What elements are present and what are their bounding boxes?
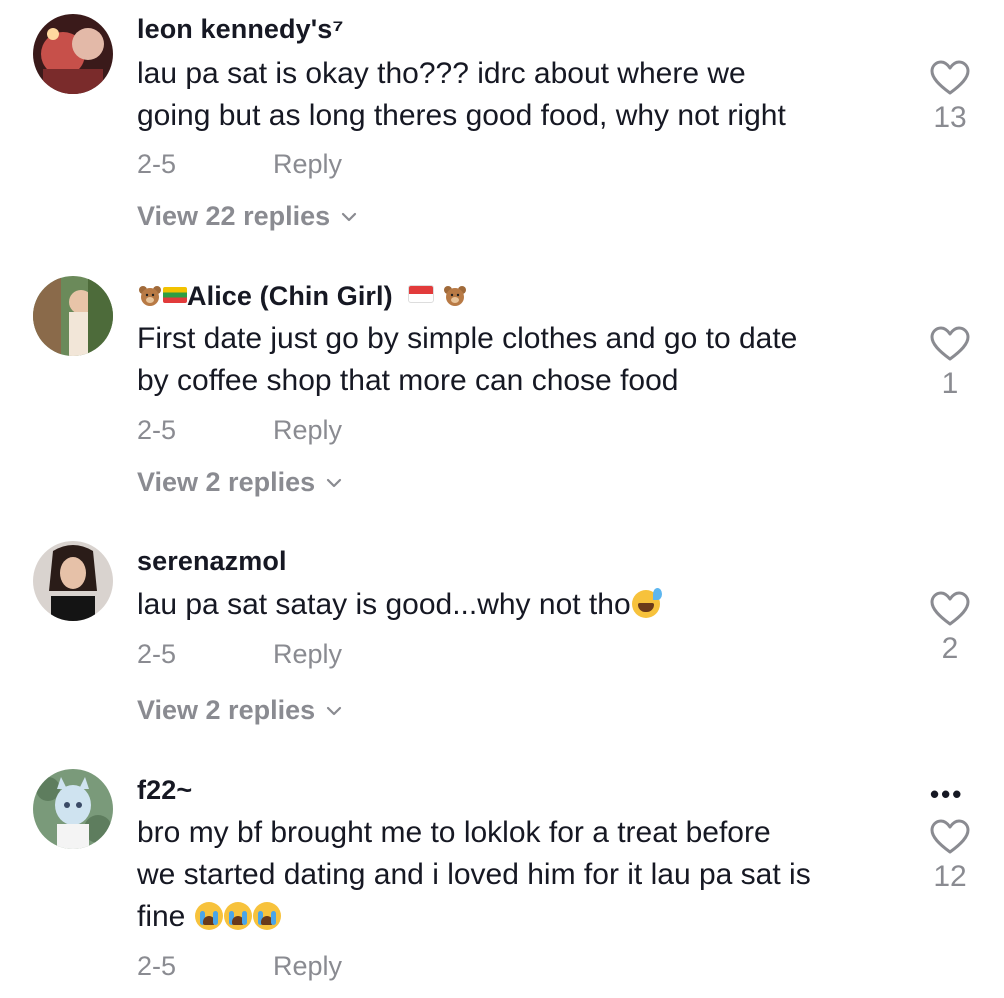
loudly-crying-emoji-icon — [252, 902, 281, 930]
username-text: Alice (Chin Girl) — [187, 281, 393, 311]
comment-text-content: fine — [137, 900, 186, 933]
avatar[interactable] — [33, 276, 113, 356]
avatar[interactable] — [33, 14, 113, 94]
loudly-crying-emoji-icon — [194, 902, 223, 930]
like-button[interactable]: 2 — [926, 590, 974, 666]
comment-text-line: by coffee shop that more can chose food — [137, 364, 679, 397]
comment-username[interactable]: Alice (Chin Girl) — [137, 281, 468, 312]
heart-icon — [930, 326, 970, 361]
view-replies-label: View 22 replies — [137, 201, 331, 231]
reply-button[interactable]: Reply — [273, 415, 342, 446]
comment-text: lau pa sat satay is good...why not tho — [137, 584, 897, 626]
singapore-flag-icon — [408, 285, 435, 303]
like-count: 1 — [941, 367, 959, 400]
chevron-down-icon — [327, 706, 342, 715]
comment-text: First date just go by simple clothes and… — [137, 318, 897, 402]
chevron-down-icon — [342, 212, 357, 221]
like-count: 2 — [941, 632, 959, 665]
heart-icon — [930, 591, 970, 626]
comment-username[interactable]: leon kennedy's⁷ — [137, 14, 344, 45]
reply-button[interactable]: Reply — [273, 951, 342, 982]
view-replies-label: View 2 replies — [137, 695, 316, 725]
comment-text: bro my bf brought me to loklok for a tre… — [137, 812, 897, 938]
comment-text-line: going but as long theres good food, why … — [137, 99, 786, 132]
view-replies-label: View 2 replies — [137, 467, 316, 497]
comment-text: lau pa sat is okay tho??? idrc about whe… — [137, 53, 897, 137]
like-count: 13 — [933, 101, 967, 134]
myanmar-flag-icon — [163, 287, 187, 303]
comment-date: 2-5 — [137, 149, 177, 179]
comment-text-line: lau pa sat satay is good...why not tho — [137, 584, 897, 626]
comment-username[interactable]: serenazmol — [137, 546, 287, 577]
more-options-button[interactable]: ••• — [930, 779, 963, 810]
like-button[interactable]: 1 — [926, 325, 974, 401]
avatar[interactable] — [33, 769, 113, 849]
bear-emoji-icon — [139, 286, 161, 306]
view-replies-button[interactable]: View 2 replies — [137, 467, 343, 498]
like-button[interactable]: 13 — [926, 59, 974, 135]
view-replies-button[interactable]: View 22 replies — [137, 201, 358, 232]
avatar[interactable] — [33, 541, 113, 621]
like-button[interactable]: 12 — [926, 818, 974, 894]
view-replies-button[interactable]: View 2 replies — [137, 695, 343, 726]
heart-icon — [930, 819, 970, 854]
bear-emoji-icon — [443, 286, 466, 306]
comment-text-line: we started dating and i loved him for it… — [137, 858, 811, 891]
comment-date: 2-5 — [137, 415, 177, 445]
comment-text-line: bro my bf brought me to loklok for a tre… — [137, 816, 771, 849]
heart-icon — [930, 60, 970, 95]
reply-button[interactable]: Reply — [273, 639, 342, 670]
reply-button[interactable]: Reply — [273, 149, 342, 180]
loudly-crying-emoji-icon — [223, 902, 252, 930]
chevron-down-icon — [327, 478, 342, 487]
comment-date: 2-5 — [137, 639, 177, 669]
comment-date: 2-5 — [137, 951, 177, 981]
comment-text-line: fine — [137, 896, 897, 938]
grinning-sweat-emoji-icon — [631, 588, 662, 618]
like-count: 12 — [933, 860, 967, 893]
comment-username[interactable]: f22~ — [137, 775, 192, 806]
comment-text-line: lau pa sat is okay tho??? idrc about whe… — [137, 57, 746, 90]
comment-text-content: lau pa sat satay is good...why not tho — [137, 588, 631, 621]
comment-text-line: First date just go by simple clothes and… — [137, 322, 798, 355]
